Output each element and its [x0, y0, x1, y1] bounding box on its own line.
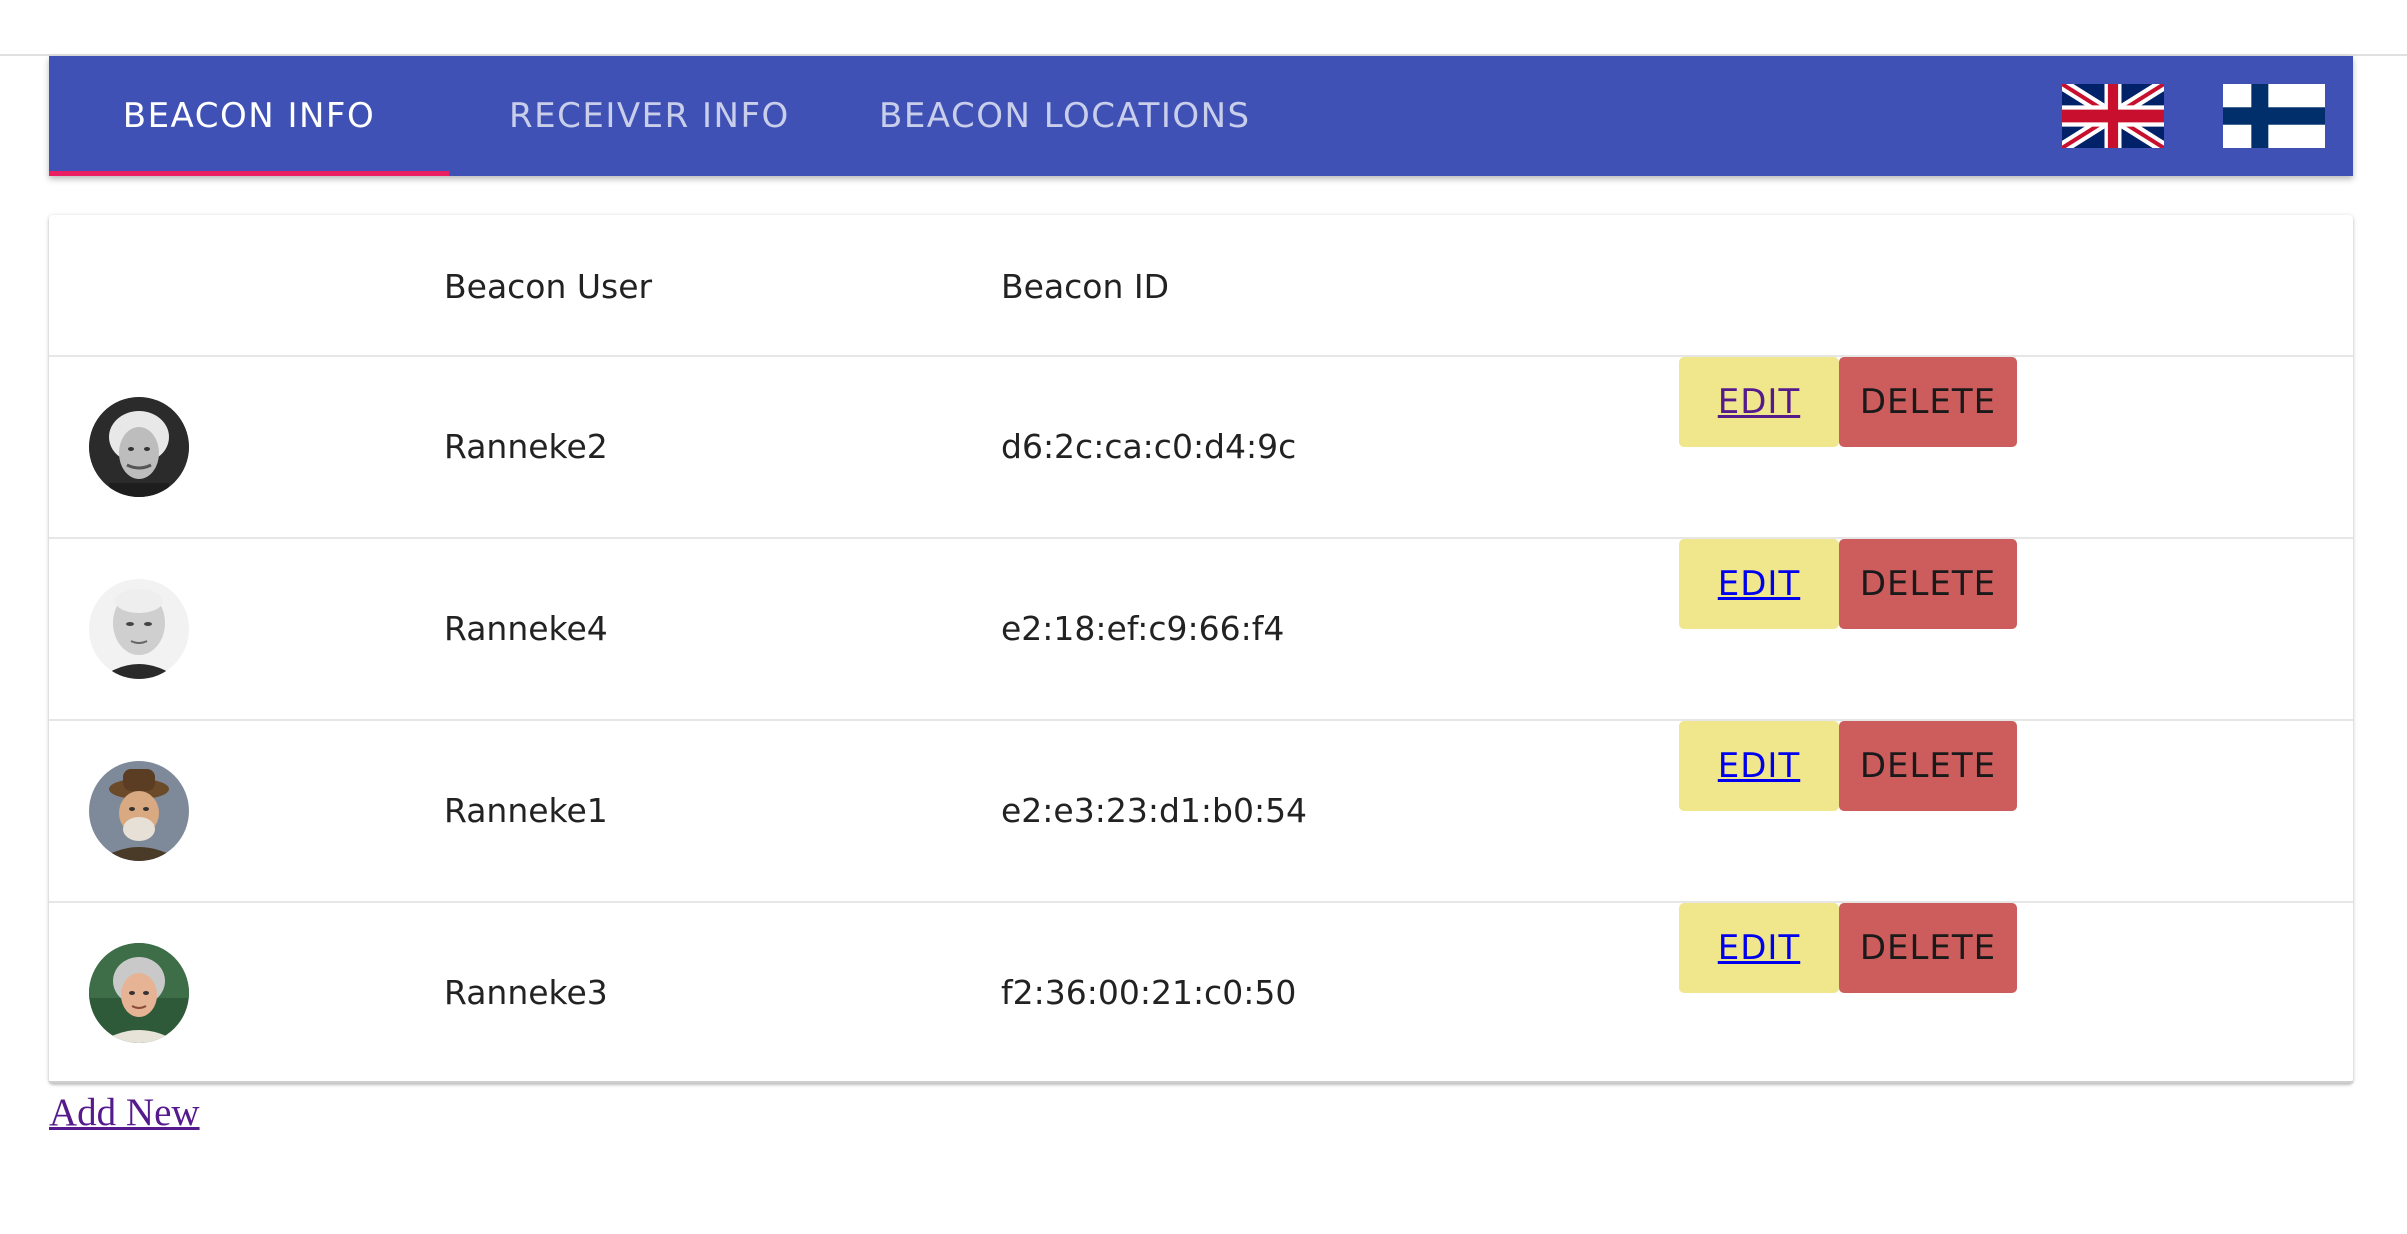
finland-flag-icon[interactable]: [2223, 84, 2325, 148]
beacon-user-cell: Ranneke1: [444, 791, 608, 830]
add-new-link[interactable]: Add New: [49, 1090, 200, 1135]
table-bottom-divider: [49, 1081, 2353, 1083]
uk-flag-icon[interactable]: [2062, 84, 2164, 148]
column-header-beacon-id: Beacon ID: [1001, 267, 1170, 306]
avatar-icon: [89, 761, 189, 861]
table-row: Ranneke3 f2:36:00:21:c0:50 EDIT DELETE: [49, 901, 2353, 1085]
tab-label: BEACON LOCATIONS: [879, 96, 1251, 136]
active-tab-indicator: [49, 171, 449, 176]
tab-receiver-info[interactable]: RECEIVER INFO: [509, 56, 887, 176]
edit-button[interactable]: EDIT: [1679, 357, 1839, 447]
beacon-id-cell: f2:36:00:21:c0:50: [1001, 973, 1297, 1012]
delete-button[interactable]: DELETE: [1839, 903, 2017, 993]
delete-button[interactable]: DELETE: [1839, 721, 2017, 811]
tab-beacon-locations[interactable]: BEACON LOCATIONS: [879, 56, 1257, 176]
tab-label: BEACON INFO: [122, 96, 376, 136]
edit-button[interactable]: EDIT: [1679, 539, 1839, 629]
tab-label: RECEIVER INFO: [509, 96, 790, 136]
beacon-user-cell: Ranneke4: [444, 609, 608, 648]
avatar-icon: [89, 397, 189, 497]
beacon-table: Beacon User Beacon ID Ranneke2 d6:2c:ca:…: [49, 215, 2353, 1083]
delete-button[interactable]: DELETE: [1839, 357, 2017, 447]
delete-button[interactable]: DELETE: [1839, 539, 2017, 629]
avatar-icon: [89, 943, 189, 1043]
beacon-id-cell: e2:e3:23:d1:b0:54: [1001, 791, 1308, 830]
beacon-id-cell: d6:2c:ca:c0:d4:9c: [1001, 427, 1297, 466]
beacon-id-cell: e2:18:ef:c9:66:f4: [1001, 609, 1285, 648]
column-header-beacon-user: Beacon User: [444, 267, 653, 306]
app-bar: BEACON INFO RECEIVER INFO BEACON LOCATIO…: [49, 56, 2353, 176]
tab-beacon-info[interactable]: BEACON INFO: [49, 56, 449, 176]
table-row: Ranneke4 e2:18:ef:c9:66:f4 EDIT DELETE: [49, 537, 2353, 721]
beacon-user-cell: Ranneke2: [444, 427, 608, 466]
avatar-icon: [89, 579, 189, 679]
table-row: Ranneke2 d6:2c:ca:c0:d4:9c EDIT DELETE: [49, 355, 2353, 539]
beacon-user-cell: Ranneke3: [444, 973, 608, 1012]
edit-button[interactable]: EDIT: [1679, 721, 1839, 811]
edit-button[interactable]: EDIT: [1679, 903, 1839, 993]
table-row: Ranneke1 e2:e3:23:d1:b0:54 EDIT DELETE: [49, 719, 2353, 903]
